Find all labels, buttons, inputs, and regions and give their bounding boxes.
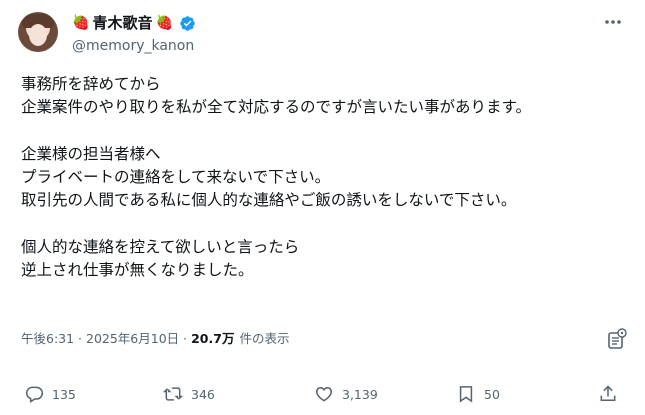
post-meta: 午後6:31 · 2025年6月10日 · 20.7万 件の表示 xyxy=(21,331,289,347)
more-icon[interactable] xyxy=(603,14,623,30)
reply-icon xyxy=(26,386,44,403)
reply-button[interactable]: 135 xyxy=(24,384,76,404)
grok-icon[interactable] xyxy=(607,328,627,350)
repost-icon xyxy=(163,387,183,401)
bookmark-icon xyxy=(459,386,473,403)
author-name-row[interactable]: 🍓 青木歌音 🍓 xyxy=(72,13,196,33)
strawberry-emoji-right: 🍓 xyxy=(155,15,173,31)
avatar-face xyxy=(29,24,47,46)
post-text: 事務所を辞めてから 企業案件のやり取りを私が全て対応するのですが言いたい事があり… xyxy=(21,75,531,280)
views-count[interactable]: 20.7万 xyxy=(191,331,234,347)
share-button[interactable] xyxy=(598,384,618,404)
like-button[interactable]: 3,139 xyxy=(314,384,378,404)
verified-badge-icon[interactable] xyxy=(179,15,196,32)
author-handle[interactable]: @memory_kanon xyxy=(72,37,194,55)
repost-button[interactable]: 346 xyxy=(163,384,215,404)
like-icon xyxy=(315,386,333,402)
views-label: 件の表示 xyxy=(239,331,290,346)
avatar[interactable] xyxy=(18,12,58,52)
reply-count: 135 xyxy=(52,386,76,402)
like-count: 3,139 xyxy=(342,386,378,402)
action-bar: 135 346 3,139 50 xyxy=(0,384,645,406)
repost-count: 346 xyxy=(191,386,215,402)
author-display-name[interactable]: 青木歌音 xyxy=(92,14,152,32)
bookmark-count: 50 xyxy=(484,386,500,402)
strawberry-emoji-left: 🍓 xyxy=(72,15,90,31)
bookmark-button[interactable]: 50 xyxy=(456,384,500,404)
share-icon xyxy=(600,385,616,401)
post-timestamp[interactable]: 午後6:31 · 2025年6月10日 · xyxy=(21,331,187,347)
